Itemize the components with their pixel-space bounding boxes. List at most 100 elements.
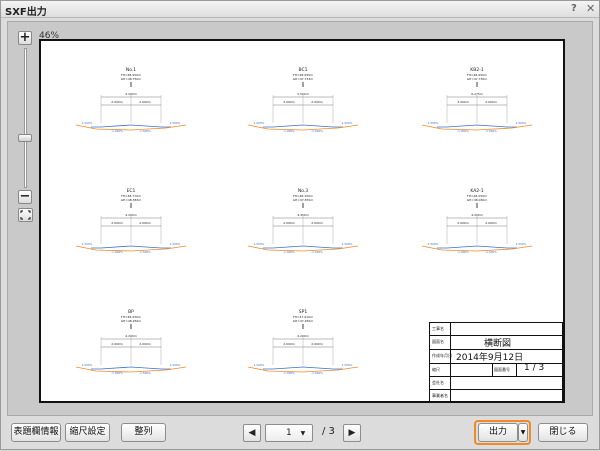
slope-label: 1.500% [254, 363, 265, 367]
slope-label: 1.500% [428, 242, 439, 246]
dimension-right: 2.000m [485, 221, 497, 225]
dimension-left: 2.000m [111, 342, 123, 346]
slope-label: 1.500% [170, 121, 181, 125]
section-info-gh: GH=48.250m [121, 319, 142, 323]
window-title: SXF出力 [5, 7, 47, 18]
zoom-out-button[interactable]: − [18, 190, 32, 204]
dimension-left: 2.000m [111, 221, 123, 225]
slope-label: -1.000% [457, 250, 469, 254]
dimension-left: 3.000m [457, 100, 469, 104]
slope-label: 1.500% [82, 121, 93, 125]
road-surface-line [91, 245, 171, 249]
slope-label: 1.500% [254, 242, 265, 246]
section-info-gh: GH=48.750m [121, 77, 142, 81]
dimension-right: 2.000m [139, 342, 151, 346]
road-surface-line [263, 245, 343, 249]
road-surface-line [263, 124, 343, 128]
ground-line [247, 366, 359, 373]
slope-label: -1.000% [283, 371, 295, 375]
tb-key-sheet: 図面番号 [494, 367, 510, 372]
section-info-gh: GH=47.250m [293, 319, 314, 323]
section-info-gh: GH=47.733m [293, 77, 314, 81]
ground-line [421, 124, 533, 131]
title-bar: SXF出力 ? ✕ [1, 1, 599, 18]
dimension-left: 2.000m [283, 221, 295, 225]
slope-label: 1.500% [254, 121, 265, 125]
dimension-left: 3.000m [283, 100, 295, 104]
road-surface-line [437, 124, 517, 128]
slope-label: 1.500% [170, 242, 181, 246]
tb-sheet-number: 1 / 3 [524, 363, 545, 373]
page-select[interactable]: 1 ▼ [265, 424, 313, 442]
fit-to-window-icon[interactable] [18, 208, 33, 222]
tb-key-company: 会社名 [432, 380, 444, 385]
ground-line [247, 245, 359, 252]
title-info-button[interactable]: 表題欄情報 [11, 423, 61, 442]
slope-label: -1.500% [311, 371, 323, 375]
scale-settings-button[interactable]: 縮尺設定 [65, 423, 110, 442]
tb-row [430, 389, 562, 390]
tb-key-operator: 事業者名 [432, 393, 448, 398]
tb-key-project: 工事名 [432, 326, 444, 331]
slope-label: -1.000% [111, 129, 123, 133]
slope-label: 1.500% [82, 363, 93, 367]
close-button[interactable]: 閉じる [538, 423, 588, 442]
output-dropdown-button[interactable]: ▼ [518, 423, 528, 442]
next-page-button[interactable]: ▶ [343, 424, 361, 442]
dimension-left: 2.000m [283, 342, 295, 346]
dimension-right: 2.000m [311, 100, 323, 104]
road-surface-line [263, 366, 343, 370]
slope-label: -1.000% [283, 250, 295, 254]
help-icon[interactable]: ? [571, 3, 577, 14]
slope-label: 1.500% [342, 121, 353, 125]
zoom-in-button[interactable]: + [18, 31, 32, 45]
page-current: 1 [286, 428, 292, 438]
tb-key-drawing-name: 図面名 [432, 339, 444, 344]
slope-label: -1.500% [311, 250, 323, 254]
section-info-gh: GH=47.870m [293, 198, 314, 202]
slope-label: 1.500% [516, 121, 527, 125]
output-button[interactable]: 出力 [478, 423, 518, 442]
arrange-button[interactable]: 整列 [121, 423, 166, 442]
prev-page-button[interactable]: ◀ [243, 424, 261, 442]
tb-date: 2014年9月12日 [456, 353, 524, 363]
road-surface-line [91, 124, 171, 128]
slope-label: -1.000% [111, 250, 123, 254]
dimension-right: 2.000m [139, 100, 151, 104]
section-info-gh: GH=47.730m [467, 77, 488, 81]
section-info-gh: GH=48.583m [121, 198, 142, 202]
section-info-gh: GH=48.030m [467, 198, 488, 202]
tb-divider [492, 363, 493, 376]
close-icon[interactable]: ✕ [586, 2, 595, 15]
chevron-down-icon: ▼ [300, 430, 306, 437]
slope-label: -1.500% [139, 129, 151, 133]
page-total: / 3 [322, 426, 335, 437]
dimension-left: 2.000m [111, 100, 123, 104]
slope-label: 1.500% [170, 363, 181, 367]
ground-line [75, 366, 187, 373]
slope-label: 1.500% [342, 242, 353, 246]
tb-drawing-name: 横断図 [484, 339, 512, 349]
title-block: 工事名 図面名 横断図 作成年月日 2014年9月12日 縮尺 図面番号 1 /… [429, 322, 563, 402]
ground-line [421, 245, 533, 252]
dimension-right: 2.000m [311, 342, 323, 346]
slope-label: -1.500% [139, 371, 151, 375]
slope-label: -1.500% [139, 250, 151, 254]
ground-line [75, 245, 187, 252]
slope-label: -1.000% [283, 129, 295, 133]
zoom-slider-track[interactable] [24, 48, 27, 188]
slope-label: -1.500% [311, 129, 323, 133]
dimension-left: 2.000m [457, 221, 469, 225]
road-surface-line [91, 366, 171, 370]
drawing-sheet: No.1 FH=48.950m GH=48.750m 4.200m 2.000m 2.00… [39, 39, 565, 403]
slope-label: 1.500% [342, 363, 353, 367]
tb-key-date: 作成年月日 [432, 353, 452, 358]
slope-label: 1.500% [82, 242, 93, 246]
dimension-right: 2.000m [485, 100, 497, 104]
slope-label: 1.500% [428, 121, 439, 125]
tb-key-scale: 縮尺 [432, 367, 440, 372]
tb-row [430, 376, 562, 377]
ground-line [75, 124, 187, 131]
zoom-slider-thumb[interactable] [18, 134, 32, 142]
dimension-right: 2.000m [311, 221, 323, 225]
